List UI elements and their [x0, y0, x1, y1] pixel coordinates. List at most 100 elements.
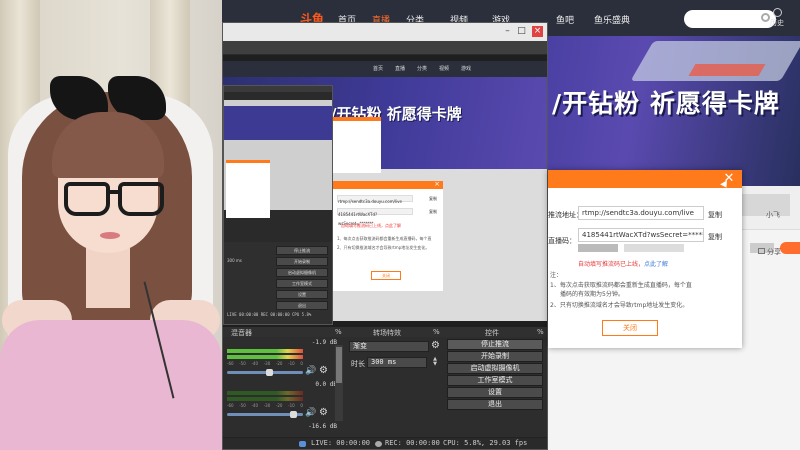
nested-btn-studio: 工作室模式 — [276, 279, 328, 288]
mixer-scrollbar[interactable] — [335, 345, 343, 421]
copy-server-button[interactable]: 复制 — [708, 210, 722, 220]
audio-meter-1a — [227, 349, 303, 353]
nested-dialog-b — [333, 117, 381, 173]
webcam-feed — [0, 0, 222, 450]
note-line-2: 2、只有切换推流域名才会导致rtmp地址发生变化。 — [550, 302, 689, 309]
nested-btn-settings: 设置 — [276, 290, 328, 299]
share-icon — [758, 248, 765, 254]
minimize-button[interactable]: – — [502, 26, 513, 37]
mecha-art-accent — [688, 64, 766, 76]
nested-dialog — [226, 160, 270, 218]
volume-slider-1[interactable] — [227, 369, 303, 376]
clock-icon — [772, 8, 782, 17]
mixer-scrollbar-thumb[interactable] — [336, 347, 342, 383]
auto-fill-notice-text: 自动填写推流码已上线， — [578, 261, 645, 268]
preview-stream-dialog: × rtmp://sendtc3a.douyu.com/live 复制 4185… — [333, 180, 443, 291]
preview-nav-category: 分类 — [417, 66, 428, 72]
db-mid-label: 0.0 dB — [315, 381, 337, 388]
search-icon[interactable] — [761, 13, 770, 22]
key-label: 直播码： — [548, 237, 576, 245]
preview-server-field: rtmp://sendtc3a.douyu.com/live — [337, 195, 413, 204]
share-button[interactable]: 分享 — [758, 247, 781, 257]
streamer-neck — [86, 248, 130, 308]
preview-copy-2: 复制 — [429, 209, 437, 214]
live-timer: LIVE: 00:00:00 — [311, 439, 371, 447]
dialog-close-button[interactable]: 关闭 — [602, 320, 658, 336]
maximize-button[interactable]: □ — [516, 26, 527, 37]
preview-nav-home: 首页 — [373, 66, 384, 72]
history-button[interactable]: 历史 — [770, 8, 784, 28]
db-bottom-label: -16.6 dB — [308, 423, 337, 430]
duration-spinner[interactable]: ▲ ▼ — [431, 357, 439, 368]
nested-duration: 300 ms — [227, 258, 242, 263]
obs-preview: 首页 直播 分类 视频 游戏 /开钻粉 祈愿得卡牌 300 ms 停止推流 开始… — [223, 55, 547, 327]
nested-preview — [224, 92, 332, 242]
gear-icon[interactable]: ⚙ — [431, 341, 440, 351]
scene-transitions: 渐变 ⚙ 时长 300 ms ▲ ▼ — [347, 337, 443, 445]
controls-dock: 停止推流 开始录制 启动虚拟摄像机 工作室模式 设置 退出 — [443, 337, 547, 445]
transition-dock-menu-icon[interactable]: % — [433, 328, 440, 336]
meter-ticks-2: -60 -50 -40 -30 -20 -10 0 — [227, 403, 303, 408]
copy-key-button[interactable]: 复制 — [708, 232, 722, 242]
dialog-header: ✕ — [548, 170, 742, 188]
nested-btn-exit: 退出 — [276, 301, 328, 310]
nested-obs-window: 300 ms 停止推流 开始录制 启动虚拟摄像机 工作室模式 设置 退出 LIV… — [223, 85, 333, 325]
nested-status: LIVE 00:00:00 REC 00:00:00 CPU 5.8% — [227, 312, 312, 317]
volume-knob-2[interactable] — [290, 411, 297, 418]
mixer-dock-menu-icon[interactable]: % — [335, 328, 342, 336]
nested-banner — [224, 106, 332, 140]
glasses-right-lens — [118, 182, 164, 216]
learn-more-link[interactable]: 点此了解 — [644, 261, 668, 268]
volume-knob-1[interactable] — [265, 369, 273, 376]
volume-slider-2[interactable] — [227, 411, 303, 418]
preview-key-field: 4185441rtWacXTd?wsSecret=******* — [337, 208, 413, 226]
obs-status-bar: LIVE: 00:00:00 REC: 00:00:00 CPU: 5.8%, … — [223, 437, 547, 449]
studio-mode-button[interactable]: 工作室模式 — [447, 375, 543, 386]
note-line-1b: 播码的有效期为5分钟。 — [560, 291, 624, 298]
nested-btn-virtual-cam: 启动虚拟摄像机 — [276, 268, 328, 277]
transition-select[interactable]: 渐变 — [349, 341, 429, 352]
gear-icon[interactable]: ⚙ — [319, 408, 328, 418]
nested-btn-stop-stream: 停止推流 — [276, 246, 328, 255]
side-label: 小飞 — [766, 211, 780, 219]
nav-festival[interactable]: 鱼乐盛典 — [594, 13, 630, 26]
cpu-fps-status: CPU: 5.8%, 29.03 fps — [443, 439, 528, 447]
redacted-key-block-2 — [624, 244, 684, 252]
follow-pill-button[interactable] — [780, 242, 800, 254]
glasses-bridge — [108, 190, 120, 194]
preview-nav-games: 游戏 — [461, 66, 472, 72]
settings-button[interactable]: 设置 — [447, 387, 543, 398]
duration-input[interactable]: 300 ms — [367, 357, 427, 368]
obs-title-bar[interactable]: – □ × — [223, 23, 547, 41]
docks-header: 混音器 % 转场特效 % 控件 % — [223, 327, 547, 337]
preview-dialog-header: × — [333, 180, 443, 189]
close-icon: × — [434, 180, 440, 188]
server-url-field[interactable]: rtmp://sendtc3a.douyu.com/live — [578, 206, 704, 220]
history-label: 历史 — [770, 19, 784, 27]
preview-copy-1: 复制 — [429, 196, 437, 201]
virtual-camera-button[interactable]: 启动虚拟摄像机 — [447, 363, 543, 374]
live-indicator-icon — [299, 441, 306, 447]
speaker-icon[interactable]: 🔊 — [305, 409, 316, 418]
nav-yuba[interactable]: 鱼吧 — [556, 13, 574, 26]
audio-meter-2b — [227, 397, 303, 401]
stream-key-field[interactable]: 4185441rtWacXTd?wsSecret=************* — [578, 228, 704, 242]
stop-streaming-button[interactable]: 停止推流 — [447, 339, 543, 350]
site-search-input[interactable] — [684, 10, 776, 28]
exit-button[interactable]: 退出 — [447, 399, 543, 410]
meter-ticks-1: -60 -50 -40 -30 -20 -10 0 — [227, 361, 303, 366]
speaker-icon[interactable]: 🔊 — [305, 367, 316, 376]
start-recording-button[interactable]: 开始录制 — [447, 351, 543, 362]
gear-icon[interactable]: ⚙ — [319, 366, 328, 376]
share-label: 分享 — [767, 248, 781, 256]
audio-mixer: -1.9 dB -60 -50 -40 -30 -20 -10 0 🔊 ⚙ 0.0 dB -… — [223, 337, 347, 445]
close-window-button[interactable]: × — [532, 26, 543, 37]
obs-window: – □ × 首页 直播 分类 视频 游戏 /开钻粉 祈愿得卡牌 300 ms 停… — [222, 22, 548, 450]
pink-top — [0, 320, 222, 450]
preview-nav-live: 直播 — [395, 66, 406, 72]
controls-dock-menu-icon[interactable]: % — [537, 328, 544, 336]
banner-text: /开钻粉 祈愿得卡牌 — [552, 89, 780, 118]
preview-nav-video: 视频 — [439, 66, 450, 72]
obs-menu-bar — [223, 41, 547, 55]
stream-address-dialog: ✕ 推流地址： rtmp://sendtc3a.douyu.com/live 复… — [548, 170, 742, 348]
